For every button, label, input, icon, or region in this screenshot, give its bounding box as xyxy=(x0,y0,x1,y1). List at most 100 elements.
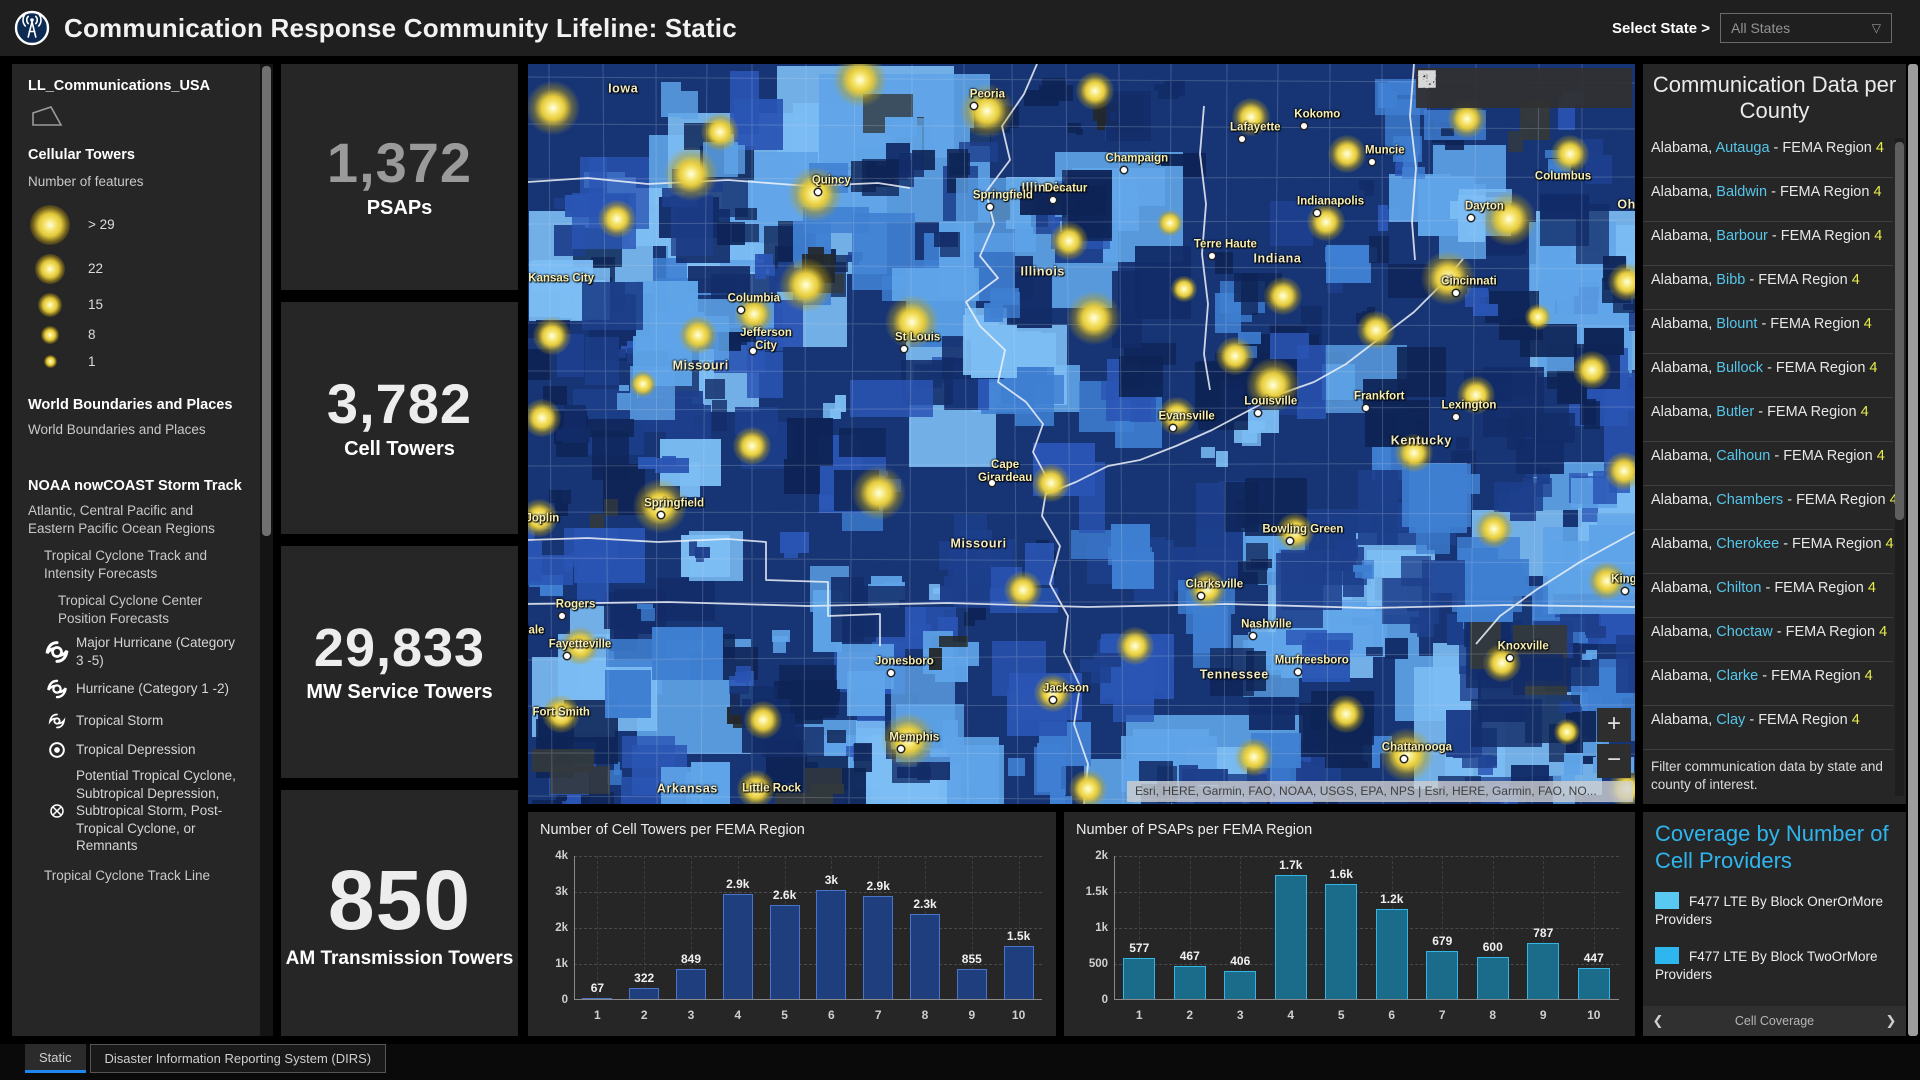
fema-region-number: 4 xyxy=(1868,580,1876,596)
county-name: Choctaw xyxy=(1716,624,1772,640)
bar-region-6[interactable] xyxy=(816,890,846,1000)
bar-region-7[interactable] xyxy=(863,896,893,1000)
stat-label: PSAPs xyxy=(367,197,433,220)
prev-arrow-icon[interactable]: ❮ xyxy=(1643,1006,1673,1036)
layers-icon[interactable] xyxy=(1556,76,1580,100)
home-icon[interactable] xyxy=(1468,76,1492,100)
hurricane-icon xyxy=(42,676,72,702)
county-name: Baldwin xyxy=(1716,184,1767,200)
y-axis-tick-label: 1k xyxy=(1095,922,1108,934)
zoom-out-button[interactable]: − xyxy=(1597,744,1631,778)
coverage-map[interactable]: IowaPeoriaKokomoLafayetteMuncieChampaign… xyxy=(528,64,1635,804)
bar-region-1[interactable] xyxy=(1123,958,1155,1000)
coverage-legend-item: F477 LTE By Block TwoOrMore Providers xyxy=(1655,947,1894,984)
county-row[interactable]: Alabama, Bibb - FEMA Region 4 xyxy=(1643,266,1893,310)
fema-region-number: 4 xyxy=(1876,140,1884,156)
basemap-icon[interactable] xyxy=(1600,76,1624,100)
county-row[interactable]: Alabama, Chilton - FEMA Region 4 xyxy=(1643,574,1893,618)
x-axis-tick-label: 9 xyxy=(1540,1008,1547,1022)
county-row[interactable]: Alabama, Cherokee - FEMA Region 4 xyxy=(1643,530,1893,574)
legend-size-label: 1 xyxy=(88,354,96,369)
county-row[interactable]: Alabama, Choctaw - FEMA Region 4 xyxy=(1643,618,1893,662)
county-row[interactable]: Alabama, Clay - FEMA Region 4 xyxy=(1643,706,1893,750)
county-row[interactable]: Alabama, Butler - FEMA Region 4 xyxy=(1643,398,1893,442)
county-list-scrollbar[interactable] xyxy=(1895,138,1904,796)
coverage-providers-panel: Coverage by Number of Cell Providers F47… xyxy=(1643,812,1906,1036)
county-row[interactable]: Alabama, Autauga - FEMA Region 4 xyxy=(1643,134,1893,178)
bar-value-label: 67 xyxy=(591,981,604,995)
legend-size-label: > 29 xyxy=(88,217,115,232)
storm-legend-label: Potential Tropical Cyclone, Subtropical … xyxy=(76,767,244,855)
bar-region-9[interactable] xyxy=(1527,943,1559,1000)
bar-region-4[interactable] xyxy=(723,894,753,1000)
zoom-in-button[interactable]: + xyxy=(1597,708,1631,742)
county-row[interactable]: Alabama, Calhoun - FEMA Region 4 xyxy=(1643,442,1893,486)
x-axis-tick-label: 4 xyxy=(734,1008,741,1022)
coverage-swatch-icon xyxy=(1655,947,1679,964)
legend-size-label: 22 xyxy=(88,261,103,276)
storm-legend-row: Tropical Depression xyxy=(42,740,250,760)
legend-size-row: > 29 xyxy=(28,201,250,249)
fema-region-number: 4 xyxy=(1852,272,1860,288)
bottom-tab-bar: Static Disaster Information Reporting Sy… xyxy=(0,1044,1920,1080)
bar-value-label: 1.7k xyxy=(1279,858,1302,872)
legend-track-forecasts: Tropical Cyclone Track and Intensity For… xyxy=(44,547,228,582)
bar-region-9[interactable] xyxy=(957,969,987,1000)
x-axis-tick-label: 3 xyxy=(688,1008,695,1022)
chevron-down-icon: ▽ xyxy=(1872,14,1881,42)
bar-region-7[interactable] xyxy=(1426,951,1458,1000)
x-axis xyxy=(574,999,1042,1000)
county-name: Chambers xyxy=(1716,492,1783,508)
legend-size-label: 8 xyxy=(88,327,96,342)
x-axis-tick-label: 6 xyxy=(828,1008,835,1022)
county-row[interactable]: Alabama, Clarke - FEMA Region 4 xyxy=(1643,662,1893,706)
bar-region-6[interactable] xyxy=(1376,909,1408,1000)
x-axis-tick-label: 7 xyxy=(875,1008,882,1022)
bar-region-5[interactable] xyxy=(1325,884,1357,1000)
state-select-dropdown[interactable]: All States ▽ xyxy=(1720,13,1892,43)
storm-legend-row: Hurricane (Category 1 -2) xyxy=(42,676,250,702)
bar-region-2[interactable] xyxy=(1174,966,1206,1000)
county-row[interactable]: Alabama, Bullock - FEMA Region 4 xyxy=(1643,354,1893,398)
legend-icon[interactable] xyxy=(1512,76,1536,100)
legend-scrollbar[interactable] xyxy=(260,64,273,1036)
y-axis-tick-label: 500 xyxy=(1089,958,1108,970)
bar-region-5[interactable] xyxy=(770,905,800,1000)
bar-region-3[interactable] xyxy=(676,969,706,1000)
bar-region-8[interactable] xyxy=(1477,957,1509,1000)
next-arrow-icon[interactable]: ❯ xyxy=(1876,1006,1906,1036)
county-row[interactable]: Alabama, Blount - FEMA Region 4 xyxy=(1643,310,1893,354)
county-row[interactable]: Alabama, Baldwin - FEMA Region 4 xyxy=(1643,178,1893,222)
county-row[interactable]: Alabama, Chambers - FEMA Region 4 xyxy=(1643,486,1893,530)
y-axis-tick-label: 3k xyxy=(555,886,568,898)
stat-value: 1,372 xyxy=(327,134,472,193)
storm-legend-row: Tropical Storm xyxy=(42,709,250,733)
storm-legend-items: Major Hurricane (Category 3 -5)Hurricane… xyxy=(28,634,250,855)
storm-legend-label: Tropical Depression xyxy=(76,741,244,759)
x-axis-tick-label: 7 xyxy=(1439,1008,1446,1022)
bar-region-10[interactable] xyxy=(1004,946,1034,1000)
x-axis-tick-label: 5 xyxy=(1338,1008,1345,1022)
bar-region-3[interactable] xyxy=(1224,971,1256,1000)
legend-size-row: 15 xyxy=(28,289,250,321)
bar-value-label: 787 xyxy=(1533,926,1553,940)
legend-world-sub: World Boundaries and Places xyxy=(28,421,250,439)
map-basemap xyxy=(528,64,1635,804)
county-row[interactable]: Alabama, Barbour - FEMA Region 4 xyxy=(1643,222,1893,266)
y-axis-tick-label: 2k xyxy=(1095,850,1108,862)
tab-static[interactable]: Static xyxy=(25,1044,86,1073)
bar-region-8[interactable] xyxy=(910,914,940,1000)
stat-label: AM Transmission Towers xyxy=(286,948,514,970)
bar-value-label: 447 xyxy=(1584,951,1604,965)
bar-value-label: 2.3k xyxy=(913,897,936,911)
tab-dirs[interactable]: Disaster Information Reporting System (D… xyxy=(90,1044,387,1073)
tower-cluster-dot-icon xyxy=(38,293,62,317)
polygon-shape-icon xyxy=(30,104,250,133)
bar-region-10[interactable] xyxy=(1578,968,1610,1000)
tower-cluster-dot-icon xyxy=(30,205,70,245)
page-scrollbar[interactable] xyxy=(1908,64,1918,1036)
map-toolbar xyxy=(1416,68,1632,108)
county-name: Barbour xyxy=(1716,228,1768,244)
bar-region-4[interactable] xyxy=(1275,875,1307,1000)
tropical-depression-icon xyxy=(42,740,72,760)
